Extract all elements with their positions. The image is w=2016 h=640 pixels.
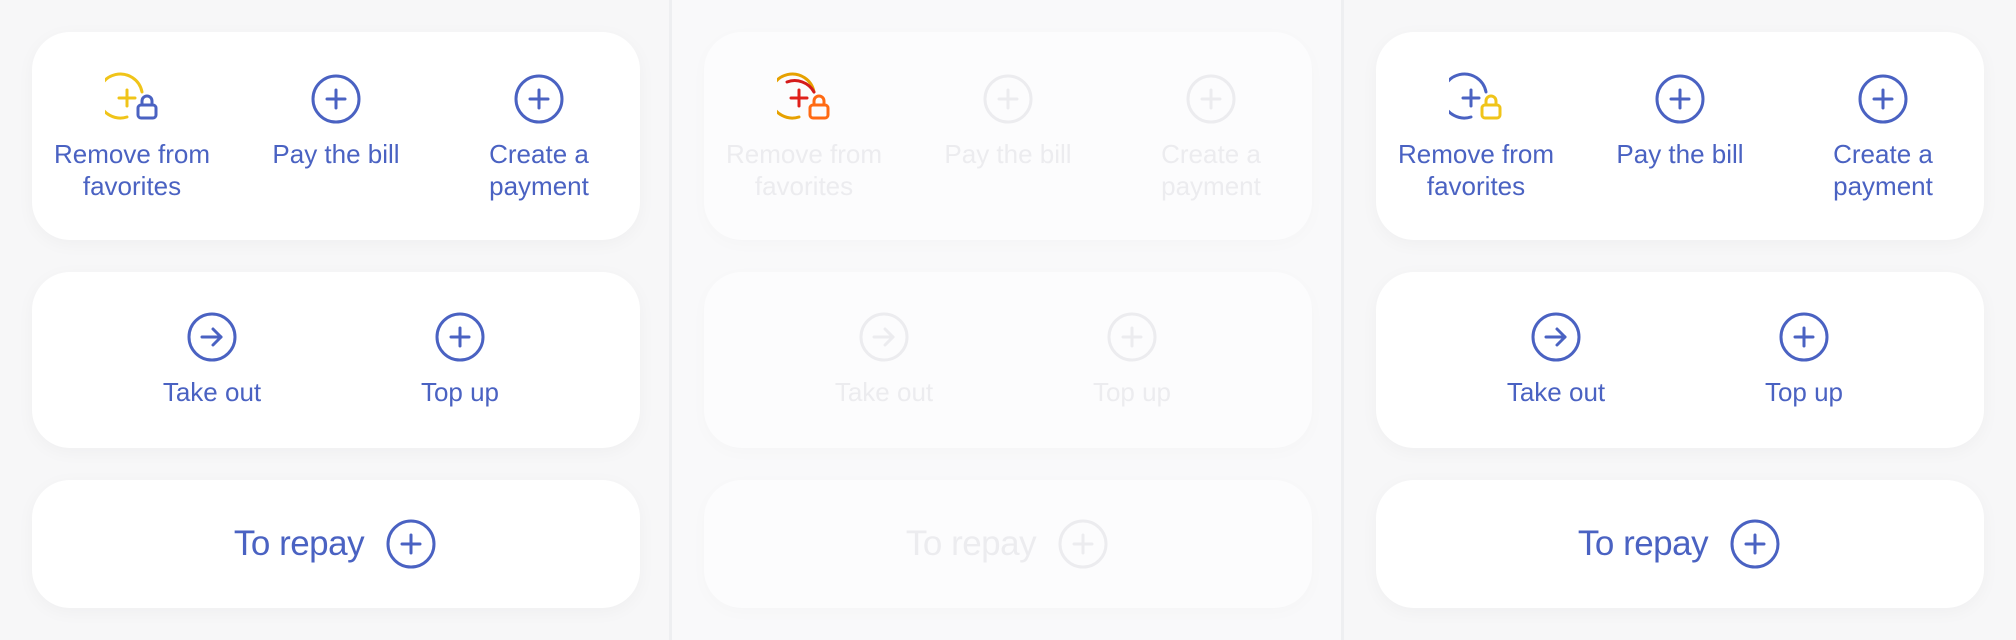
pay-the-bill-label: Pay the bill (272, 139, 400, 169)
plus-circle-icon (1107, 312, 1157, 362)
funds-actions-card: Take out Top up (704, 272, 1312, 448)
pay-the-bill-button[interactable]: Pay the bill (246, 72, 426, 170)
top-up-label: Top up (420, 377, 500, 407)
repay-card: To repay (1376, 480, 1984, 608)
arrow-right-circle-icon (1531, 312, 1581, 362)
actions-panel-disabled: Remove from favorites Pay the bill Creat… (672, 0, 1341, 640)
plus-circle-icon (983, 74, 1033, 124)
plus-circle-icon (1186, 74, 1236, 124)
plus-circle-icon (1058, 519, 1108, 569)
favorite-lock-icon (1449, 72, 1502, 120)
take-out-label: Take out (162, 377, 262, 407)
actions-panel-locked: Remove from favorites Pay the bill Creat… (1344, 0, 2016, 640)
plus-circle-icon (1779, 312, 1829, 362)
top-up-label: Top up (1764, 377, 1844, 407)
create-payment-button[interactable]: Create a payment (1121, 72, 1301, 202)
take-out-label: Take out (1506, 377, 1606, 407)
account-actions-card: Remove from favorites Pay the bill Creat… (704, 32, 1312, 240)
account-actions-card: Remove from favorites Pay the bill Creat… (32, 32, 640, 240)
plus-circle-icon (1730, 519, 1780, 569)
pay-the-bill-button[interactable]: Pay the bill (918, 72, 1098, 170)
create-payment-label: Create a payment (489, 139, 589, 201)
remove-from-favorites-label: Remove from favorites (53, 139, 211, 201)
plus-circle-icon (311, 74, 361, 124)
remove-from-favorites-button[interactable]: Remove from favorites (714, 72, 894, 202)
to-repay-label: To repay (233, 524, 365, 563)
to-repay-button[interactable]: To repay (704, 480, 1312, 608)
take-out-button[interactable]: Take out (122, 310, 302, 408)
funds-actions-card: Take out Top up (32, 272, 640, 448)
top-up-label: Top up (1092, 377, 1172, 407)
to-repay-label: To repay (1577, 524, 1709, 563)
pay-the-bill-label: Pay the bill (1616, 139, 1744, 169)
remove-from-favorites-label: Remove from favorites (1397, 139, 1555, 201)
to-repay-button[interactable]: To repay (32, 480, 640, 608)
top-up-button[interactable]: Top up (1042, 310, 1222, 408)
plus-circle-icon (435, 312, 485, 362)
top-up-button[interactable]: Top up (1714, 310, 1894, 408)
create-payment-label: Create a payment (1833, 139, 1933, 201)
funds-actions-card: Take out Top up (1376, 272, 1984, 448)
plus-circle-icon (386, 519, 436, 569)
plus-circle-icon (1655, 74, 1705, 124)
take-out-button[interactable]: Take out (794, 310, 974, 408)
plus-circle-icon (1858, 74, 1908, 124)
to-repay-button[interactable]: To repay (1376, 480, 1984, 608)
take-out-button[interactable]: Take out (1466, 310, 1646, 408)
arrow-right-circle-icon (187, 312, 237, 362)
arrow-right-circle-icon (859, 312, 909, 362)
to-repay-label: To repay (905, 524, 1037, 563)
top-up-button[interactable]: Top up (370, 310, 550, 408)
pay-the-bill-button[interactable]: Pay the bill (1590, 72, 1770, 170)
repay-card: To repay (704, 480, 1312, 608)
favorite-lock-icon (105, 72, 158, 120)
create-payment-label: Create a payment (1161, 139, 1261, 201)
account-actions-card: Remove from favorites Pay the bill Creat… (1376, 32, 1984, 240)
remove-from-favorites-button[interactable]: Remove from favorites (1386, 72, 1566, 202)
favorite-lock-error-icon (777, 72, 830, 120)
pay-the-bill-label: Pay the bill (944, 139, 1072, 169)
repay-card: To repay (32, 480, 640, 608)
create-payment-button[interactable]: Create a payment (449, 72, 629, 202)
remove-from-favorites-label: Remove from favorites (725, 139, 883, 201)
take-out-label: Take out (834, 377, 934, 407)
plus-circle-icon (514, 74, 564, 124)
create-payment-button[interactable]: Create a payment (1793, 72, 1973, 202)
remove-from-favorites-button[interactable]: Remove from favorites (42, 72, 222, 202)
actions-panel-default: Remove from favorites Pay the bill Creat… (0, 0, 669, 640)
